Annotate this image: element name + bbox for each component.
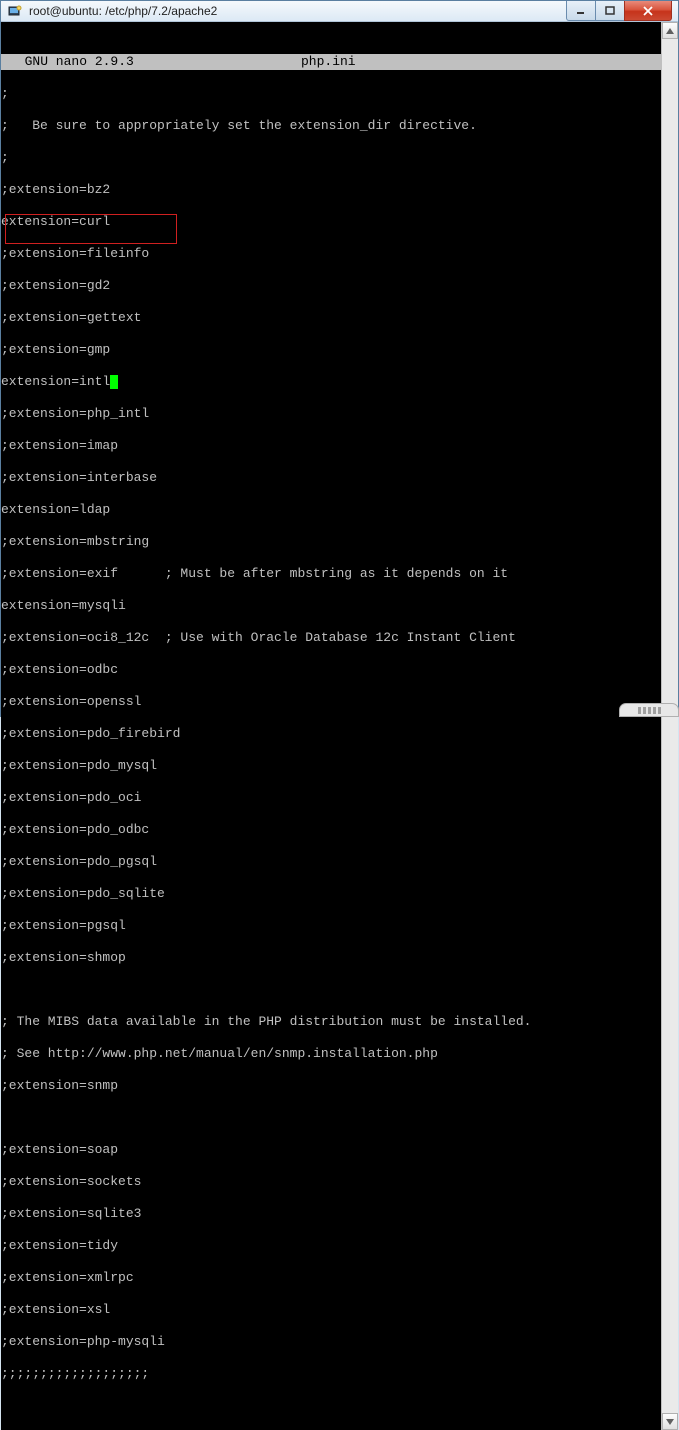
file-line: ; See http://www.php.net/manual/en/snmp.…: [1, 1046, 661, 1062]
scrollbar[interactable]: [661, 22, 678, 1430]
handle-bar: [638, 707, 641, 714]
file-line: ;extension=pgsql: [1, 918, 661, 934]
file-line: ;extension=pdo_mysql: [1, 758, 661, 774]
file-line: ;extension=snmp: [1, 1078, 661, 1094]
file-line: [1, 982, 661, 998]
file-line: extension=ldap: [1, 502, 661, 518]
file-line: ;extension=soap: [1, 1142, 661, 1158]
file-line: ; The MIBS data available in the PHP dis…: [1, 1014, 661, 1030]
file-line: ;extension=imap: [1, 438, 661, 454]
file-line: ;extension=pdo_pgsql: [1, 854, 661, 870]
app-icon: [7, 3, 23, 19]
window-title: root@ubuntu: /etc/php/7.2/apache2: [29, 4, 567, 18]
file-line: extension=curl: [1, 214, 661, 230]
minimize-button[interactable]: [566, 1, 596, 21]
nano-header: GNU nano 2.9.3php.ini: [1, 54, 661, 70]
scroll-down-button[interactable]: [662, 1413, 678, 1430]
putty-window: root@ubuntu: /etc/php/7.2/apache2 GNU na…: [0, 0, 679, 717]
file-line: ;extension=pdo_oci: [1, 790, 661, 806]
file-line: extension=intl: [1, 374, 661, 390]
terminal[interactable]: GNU nano 2.9.3php.ini ; ; Be sure to app…: [1, 22, 661, 1430]
file-line: ;extension=gd2: [1, 278, 661, 294]
file-line: ;extension=sqlite3: [1, 1206, 661, 1222]
file-line: ;extension=openssl: [1, 694, 661, 710]
maximize-button[interactable]: [595, 1, 625, 21]
file-line: ;extension=pdo_sqlite: [1, 886, 661, 902]
file-line: ;extension=mbstring: [1, 534, 661, 550]
file-line: ; Be sure to appropriately set the exten…: [1, 118, 661, 134]
file-line: ;extension=pdo_odbc: [1, 822, 661, 838]
scroll-up-button[interactable]: [662, 22, 678, 39]
file-line: ;extension=bz2: [1, 182, 661, 198]
file-line: ;extension=exif ; Must be after mbstring…: [1, 566, 661, 582]
file-line: extension=mysqli: [1, 598, 661, 614]
file-line: ;extension=sockets: [1, 1174, 661, 1190]
file-line: ;;;;;;;;;;;;;;;;;;;: [1, 1366, 661, 1382]
nano-app-label: GNU nano 2.9.3: [1, 54, 301, 70]
window-controls: [567, 1, 678, 21]
cursor: [110, 375, 118, 389]
file-line: ;extension=php_intl: [1, 406, 661, 422]
file-line: ;extension=shmop: [1, 950, 661, 966]
file-line: ;: [1, 150, 661, 166]
file-line: ;extension=pdo_firebird: [1, 726, 661, 742]
file-line: ;extension=gettext: [1, 310, 661, 326]
file-line: ;extension=odbc: [1, 662, 661, 678]
handle-bar: [653, 707, 656, 714]
file-line: ;extension=php-mysqli: [1, 1334, 661, 1350]
file-line: ;extension=fileinfo: [1, 246, 661, 262]
file-line: [1, 1110, 661, 1126]
file-line: ;extension=xsl: [1, 1302, 661, 1318]
handle-bar: [643, 707, 646, 714]
handle-bar: [658, 707, 661, 714]
file-line: ;extension=tidy: [1, 1238, 661, 1254]
file-text: extension=intl: [1, 374, 110, 389]
scroll-track[interactable]: [662, 39, 678, 1413]
file-line: ;extension=oci8_12c ; Use with Oracle Da…: [1, 630, 661, 646]
nano-filename: php.ini: [301, 54, 661, 70]
file-line: ;: [1, 86, 661, 102]
close-button[interactable]: [624, 1, 672, 21]
title-bar[interactable]: root@ubuntu: /etc/php/7.2/apache2: [1, 1, 678, 22]
context-handle[interactable]: [619, 703, 679, 717]
file-line: ;extension=xmlrpc: [1, 1270, 661, 1286]
file-line: ;extension=interbase: [1, 470, 661, 486]
file-line: ;extension=gmp: [1, 342, 661, 358]
handle-bar: [648, 707, 651, 714]
terminal-area: GNU nano 2.9.3php.ini ; ; Be sure to app…: [1, 22, 678, 1430]
